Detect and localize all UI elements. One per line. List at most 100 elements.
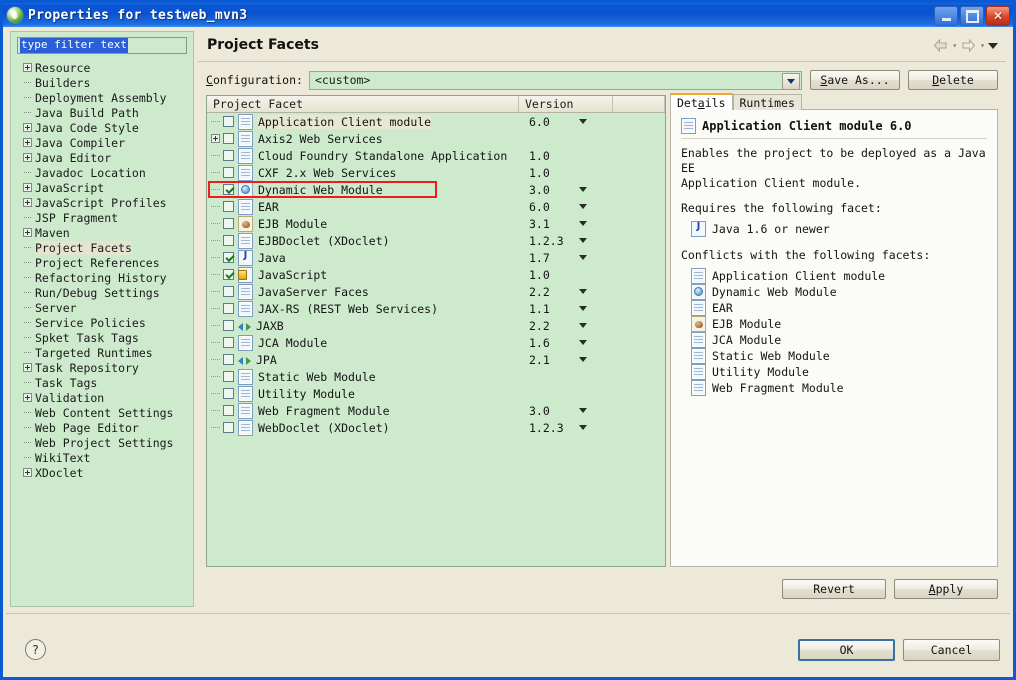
- facet-checkbox[interactable]: [223, 354, 234, 365]
- version-dropdown-icon[interactable]: [579, 425, 587, 430]
- table-row[interactable]: JPA 2.1: [207, 351, 665, 368]
- table-row[interactable]: Application Client module 6.0: [207, 113, 665, 130]
- chevron-down-icon[interactable]: [988, 42, 998, 49]
- facet-checkbox[interactable]: [223, 133, 234, 144]
- facet-checkbox[interactable]: [223, 201, 234, 212]
- sidebar-item-web-content-settings[interactable]: Web Content Settings: [20, 405, 193, 420]
- facet-checkbox[interactable]: [223, 371, 234, 382]
- forward-dropdown-icon[interactable]: ▾: [980, 41, 985, 50]
- back-dropdown-icon[interactable]: ▾: [952, 41, 957, 50]
- facet-checkbox[interactable]: [223, 218, 234, 229]
- sidebar-item-service-policies[interactable]: Service Policies: [20, 315, 193, 330]
- expand-plus-icon[interactable]: [207, 134, 223, 143]
- sidebar-item-refactoring-history[interactable]: Refactoring History: [20, 270, 193, 285]
- table-row[interactable]: Axis2 Web Services: [207, 130, 665, 147]
- sidebar-item-javascript-profiles[interactable]: JavaScript Profiles: [20, 195, 193, 210]
- version-dropdown-icon[interactable]: [579, 306, 587, 311]
- expand-plus-icon[interactable]: [20, 183, 35, 192]
- version-dropdown-icon[interactable]: [579, 340, 587, 345]
- sidebar-item-java-code-style[interactable]: Java Code Style: [20, 120, 193, 135]
- facet-checkbox[interactable]: [223, 303, 234, 314]
- table-row[interactable]: CXF 2.x Web Services 1.0: [207, 164, 665, 181]
- sidebar-item-java-compiler[interactable]: Java Compiler: [20, 135, 193, 150]
- table-row[interactable]: Static Web Module: [207, 368, 665, 385]
- minimize-icon[interactable]: [934, 6, 958, 26]
- column-header-version[interactable]: Version: [519, 96, 613, 112]
- sidebar-item-validation[interactable]: Validation: [20, 390, 193, 405]
- facet-checkbox[interactable]: [223, 252, 234, 263]
- settings-tree[interactable]: Resource Builders Deployment Assembly Java …: [11, 60, 193, 606]
- delete-button[interactable]: Delete: [908, 70, 998, 90]
- expand-plus-icon[interactable]: [20, 153, 35, 162]
- column-header-project-facet[interactable]: Project Facet: [207, 96, 519, 112]
- sidebar-item-java-build-path[interactable]: Java Build Path: [20, 105, 193, 120]
- sidebar-item-targeted-runtimes[interactable]: Targeted Runtimes: [20, 345, 193, 360]
- version-dropdown-icon[interactable]: [579, 204, 587, 209]
- sidebar-item-javadoc-location[interactable]: Javadoc Location: [20, 165, 193, 180]
- expand-plus-icon[interactable]: [20, 363, 35, 372]
- table-row[interactable]: JAX-RS (REST Web Services) 1.1: [207, 300, 665, 317]
- sidebar-item-task-tags[interactable]: Task Tags: [20, 375, 193, 390]
- table-row[interactable]: Dynamic Web Module 3.0: [207, 181, 665, 198]
- table-row[interactable]: JavaScript 1.0: [207, 266, 665, 283]
- filter-input[interactable]: type filter text: [17, 37, 187, 54]
- forward-arrow-icon[interactable]: [960, 38, 977, 53]
- sidebar-item-java-editor[interactable]: Java Editor: [20, 150, 193, 165]
- close-icon[interactable]: ✕: [986, 6, 1010, 26]
- chevron-down-icon[interactable]: [782, 72, 800, 90]
- version-dropdown-icon[interactable]: [579, 238, 587, 243]
- version-dropdown-icon[interactable]: [579, 323, 587, 328]
- maximize-icon[interactable]: [960, 6, 984, 26]
- facet-checkbox[interactable]: [223, 150, 234, 161]
- sidebar-item-deployment-assembly[interactable]: Deployment Assembly: [20, 90, 193, 105]
- sidebar-item-xdoclet[interactable]: XDoclet: [20, 465, 193, 480]
- version-dropdown-icon[interactable]: [579, 119, 587, 124]
- facet-checkbox[interactable]: [223, 184, 234, 195]
- sidebar-item-web-page-editor[interactable]: Web Page Editor: [20, 420, 193, 435]
- tab-runtimes[interactable]: Runtimes: [732, 94, 802, 110]
- expand-plus-icon[interactable]: [20, 198, 35, 207]
- version-dropdown-icon[interactable]: [579, 408, 587, 413]
- version-dropdown-icon[interactable]: [579, 221, 587, 226]
- sidebar-item-wikitext[interactable]: WikiText: [20, 450, 193, 465]
- table-row[interactable]: JCA Module 1.6: [207, 334, 665, 351]
- table-row[interactable]: JavaServer Faces 2.2: [207, 283, 665, 300]
- sidebar-item-jsp-fragment[interactable]: JSP Fragment: [20, 210, 193, 225]
- column-header-spacer[interactable]: [613, 96, 665, 112]
- sidebar-item-javascript[interactable]: JavaScript: [20, 180, 193, 195]
- revert-button[interactable]: Revert: [782, 579, 886, 599]
- save-as-button[interactable]: Save As...: [810, 70, 900, 90]
- version-dropdown-icon[interactable]: [579, 187, 587, 192]
- expand-plus-icon[interactable]: [20, 63, 35, 72]
- expand-plus-icon[interactable]: [20, 228, 35, 237]
- sidebar-item-spket-task-tags[interactable]: Spket Task Tags: [20, 330, 193, 345]
- facet-checkbox[interactable]: [223, 405, 234, 416]
- sidebar-item-builders[interactable]: Builders: [20, 75, 193, 90]
- table-row[interactable]: Cloud Foundry Standalone Application 1.0: [207, 147, 665, 164]
- version-dropdown-icon[interactable]: [579, 255, 587, 260]
- sidebar-item-run-debug-settings[interactable]: Run/Debug Settings: [20, 285, 193, 300]
- expand-plus-icon[interactable]: [20, 138, 35, 147]
- table-row[interactable]: Web Fragment Module 3.0: [207, 402, 665, 419]
- configuration-select[interactable]: <custom>: [308, 70, 802, 90]
- facet-table-rows[interactable]: Application Client module 6.0 Axis2 Web Se…: [207, 113, 665, 566]
- table-row[interactable]: JAXB 2.2: [207, 317, 665, 334]
- apply-button[interactable]: Apply: [894, 579, 998, 599]
- sidebar-item-web-project-settings[interactable]: Web Project Settings: [20, 435, 193, 450]
- ok-button[interactable]: OK: [798, 639, 895, 661]
- expand-plus-icon[interactable]: [20, 393, 35, 402]
- table-row[interactable]: Java 1.7: [207, 249, 665, 266]
- back-arrow-icon[interactable]: [932, 38, 949, 53]
- cancel-button[interactable]: Cancel: [903, 639, 1000, 661]
- facet-checkbox[interactable]: [223, 286, 234, 297]
- table-row[interactable]: Utility Module: [207, 385, 665, 402]
- tab-details[interactable]: Details: [670, 93, 733, 110]
- sidebar-item-project-facets[interactable]: Project Facets: [20, 240, 193, 255]
- facet-checkbox[interactable]: [223, 269, 234, 280]
- sidebar-item-project-references[interactable]: Project References: [20, 255, 193, 270]
- version-dropdown-icon[interactable]: [579, 357, 587, 362]
- facet-checkbox[interactable]: [223, 235, 234, 246]
- table-row[interactable]: WebDoclet (XDoclet) 1.2.3: [207, 419, 665, 436]
- facet-checkbox[interactable]: [223, 116, 234, 127]
- expand-plus-icon[interactable]: [20, 468, 35, 477]
